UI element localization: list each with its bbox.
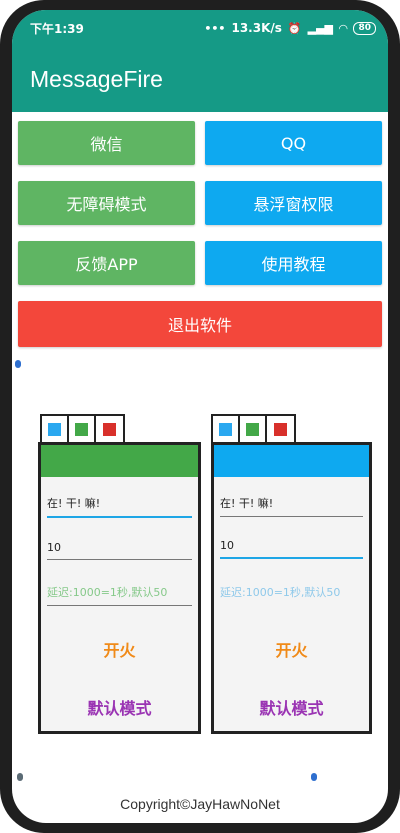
- screen: 下午1:39 ••• 13.3K/s ⏰ ▂▄▆ ◠ 80 MessageFir…: [12, 10, 388, 823]
- drag-handle-dot[interactable]: [311, 773, 317, 781]
- fire-button[interactable]: 开火: [41, 637, 198, 661]
- battery-icon: 80: [353, 21, 376, 35]
- blue-square-icon: [219, 422, 232, 436]
- wechat-button[interactable]: 微信: [18, 121, 195, 165]
- qq-button[interactable]: QQ: [205, 121, 382, 165]
- exit-button[interactable]: 退出软件: [18, 301, 382, 347]
- window-tabs-green: [40, 414, 125, 444]
- tab-blue[interactable]: [42, 416, 69, 442]
- tab-green[interactable]: [240, 416, 267, 442]
- count-input[interactable]: 10: [220, 539, 363, 559]
- app-bar: MessageFire: [12, 46, 388, 112]
- drag-handle-dot[interactable]: [17, 773, 23, 781]
- fire-button[interactable]: 开火: [214, 637, 369, 661]
- blue-square-icon: [48, 422, 61, 436]
- signal-icon: ▂▄▆: [307, 21, 333, 35]
- alarm-icon: ⏰: [287, 21, 302, 35]
- float-window-header[interactable]: [41, 445, 198, 477]
- float-window-blue: 在! 干! 嘛! 10 延迟:1000=1秒,默认50 开火 默认模式: [211, 442, 372, 734]
- red-square-icon: [103, 422, 116, 436]
- tab-red[interactable]: [267, 416, 294, 442]
- tab-blue[interactable]: [213, 416, 240, 442]
- count-input[interactable]: 10: [47, 541, 192, 560]
- float-window-green: 在! 干! 嘛! 10 延迟:1000=1秒,默认50 开火 默认模式: [38, 442, 201, 734]
- network-speed: 13.3K/s: [231, 21, 282, 35]
- status-bar: 下午1:39 ••• 13.3K/s ⏰ ▂▄▆ ◠ 80: [12, 10, 388, 46]
- app-title: MessageFire: [30, 65, 163, 92]
- copyright-text: Copyright©JayHawNoNet: [120, 796, 280, 812]
- green-square-icon: [246, 422, 259, 436]
- wifi-icon: ◠: [339, 21, 348, 35]
- feedback-button[interactable]: 反馈APP: [18, 241, 195, 285]
- status-time: 下午1:39: [30, 21, 84, 36]
- delay-input[interactable]: 延迟:1000=1秒,默认50: [220, 584, 363, 605]
- float-permission-button[interactable]: 悬浮窗权限: [205, 181, 382, 225]
- mode-button[interactable]: 默认模式: [41, 695, 198, 719]
- red-square-icon: [274, 422, 287, 436]
- mode-button[interactable]: 默认模式: [214, 695, 369, 719]
- message-input[interactable]: 在! 干! 嘛!: [47, 495, 192, 518]
- delay-input[interactable]: 延迟:1000=1秒,默认50: [47, 584, 192, 606]
- tab-red[interactable]: [96, 416, 123, 442]
- tutorial-button[interactable]: 使用教程: [205, 241, 382, 285]
- drag-handle-dot[interactable]: [15, 360, 21, 368]
- green-square-icon: [75, 422, 88, 436]
- window-tabs-blue: [211, 414, 296, 444]
- dots-icon: •••: [204, 21, 226, 35]
- status-indicators: ••• 13.3K/s ⏰ ▂▄▆ ◠ 80: [204, 21, 376, 35]
- float-window-header[interactable]: [214, 445, 369, 477]
- accessibility-mode-button[interactable]: 无障碍模式: [18, 181, 195, 225]
- tab-green[interactable]: [69, 416, 96, 442]
- message-input[interactable]: 在! 干! 嘛!: [220, 495, 363, 517]
